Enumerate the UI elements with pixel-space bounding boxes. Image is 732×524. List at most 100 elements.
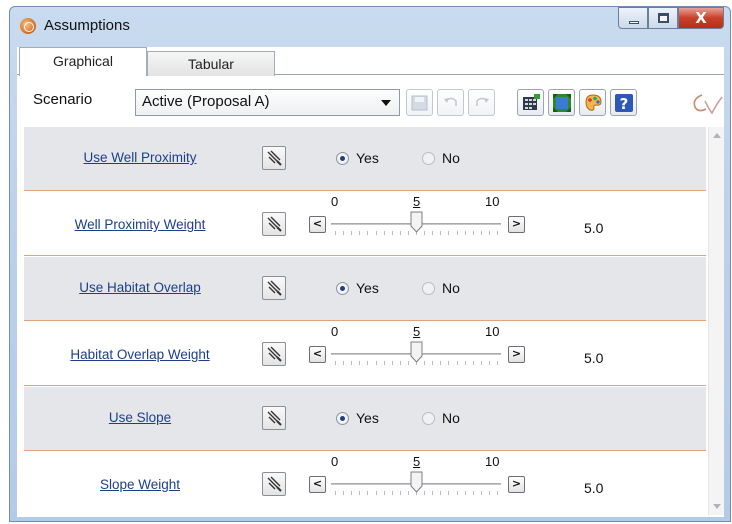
slider-thumb[interactable] <box>410 341 423 363</box>
slider-tick <box>383 231 385 235</box>
radio-yes-dot <box>336 152 349 165</box>
window-controls: X <box>618 7 724 29</box>
maximize-button[interactable] <box>648 7 678 29</box>
slider-tick <box>351 231 353 235</box>
slider-tick <box>407 231 409 235</box>
row-use-well-proximity: Use Well Proximity Yes No <box>24 127 706 191</box>
pin-button[interactable] <box>262 472 286 496</box>
scroll-up-icon[interactable] <box>713 133 721 138</box>
slider-tick <box>472 491 474 495</box>
slider-tick <box>456 361 458 365</box>
slider-tick <box>359 361 361 365</box>
assumptions-window: Assumptions X Graphical Tabular Scenario… <box>9 6 731 522</box>
pin-button[interactable] <box>262 212 286 236</box>
maximize-icon <box>658 13 669 23</box>
slider-tick <box>407 491 409 495</box>
well-proximity-weight-link[interactable]: Well Proximity Weight <box>24 217 256 232</box>
slider-thumb[interactable] <box>410 471 423 493</box>
slider-tick <box>399 231 401 235</box>
radio-no-dot <box>422 282 435 295</box>
scenario-value: Active (Proposal A) <box>142 93 270 110</box>
svg-text:?: ? <box>620 95 629 113</box>
habitat-overlap-weight-link[interactable]: Habitat Overlap Weight <box>24 347 256 362</box>
decrement-button[interactable]: < <box>309 476 326 493</box>
save-button[interactable] <box>406 89 433 116</box>
slider-tick <box>488 361 490 365</box>
slider-tick <box>375 491 377 495</box>
slider-mid-label: 5 <box>413 324 421 339</box>
slider-tick <box>488 491 490 495</box>
slider-min-label: 0 <box>331 194 339 209</box>
slider-tick <box>464 231 466 235</box>
fit-icon <box>553 94 571 112</box>
pin-button[interactable] <box>262 406 286 430</box>
tab-strip: Graphical Tabular <box>17 47 724 76</box>
increment-button[interactable]: > <box>508 216 525 233</box>
weight-slider[interactable]: < 0 5 10 > <box>309 452 529 504</box>
use-habitat-overlap-link[interactable]: Use Habitat Overlap <box>24 280 256 295</box>
slider-tick <box>351 491 353 495</box>
slope-weight-link[interactable]: Slope Weight <box>24 477 256 492</box>
chevron-down-icon <box>381 100 391 106</box>
slider-tick <box>464 361 466 365</box>
scenario-dropdown[interactable]: Active (Proposal A) <box>135 89 400 116</box>
slider-tick <box>497 361 498 365</box>
pin-icon <box>267 150 282 166</box>
slider-mid-label: 5 <box>413 454 421 469</box>
slider-tick <box>480 491 482 495</box>
tab-graphical[interactable]: Graphical <box>19 47 147 76</box>
minimize-button[interactable] <box>618 7 648 29</box>
slider-max-label: 10 <box>485 194 500 209</box>
minimize-icon <box>629 21 639 24</box>
window-title: Assumptions <box>44 17 130 34</box>
use-slope-link[interactable]: Use Slope <box>24 410 256 425</box>
redo-button[interactable] <box>468 89 495 116</box>
weight-slider[interactable]: < 0 5 10 > <box>309 192 529 244</box>
slider-max-label: 10 <box>485 324 500 339</box>
redo-icon <box>476 97 489 106</box>
tab-tabular[interactable]: Tabular <box>147 51 275 76</box>
undo-button[interactable] <box>437 89 464 116</box>
table-view-button[interactable] <box>517 89 544 116</box>
close-button[interactable]: X <box>678 7 724 29</box>
title-bar[interactable]: Assumptions X <box>10 7 730 41</box>
help-button[interactable]: ? <box>610 89 637 116</box>
pin-button[interactable] <box>262 276 286 300</box>
slider-tick <box>383 491 385 495</box>
slider-tick <box>448 361 450 365</box>
slider-tick <box>440 231 442 235</box>
pin-icon <box>267 280 282 296</box>
weight-slider[interactable]: < 0 5 10 > <box>309 322 529 374</box>
slider-tick <box>375 361 377 365</box>
row-well-proximity-weight: Well Proximity Weight < 0 5 10 > 5.0 <box>24 192 706 256</box>
toolbar: Scenario Active (Proposal A) ? <box>17 77 724 127</box>
palette-button[interactable] <box>579 89 606 116</box>
radio-no-label: No <box>442 150 460 166</box>
fit-extent-button[interactable] <box>548 89 575 116</box>
pin-button[interactable] <box>262 342 286 366</box>
decrement-button[interactable]: < <box>309 216 326 233</box>
slider-tick <box>367 491 369 495</box>
slider-value: 5.0 <box>584 350 604 366</box>
slider-tick <box>359 491 361 495</box>
slider-mid-label: 5 <box>413 194 421 209</box>
save-icon <box>411 95 428 111</box>
slider-tick <box>448 491 450 495</box>
slider-tick <box>351 361 353 365</box>
scroll-down-icon[interactable] <box>713 504 721 509</box>
pin-button[interactable] <box>262 146 286 170</box>
slider-thumb[interactable] <box>410 211 423 233</box>
decrement-button[interactable]: < <box>309 346 326 363</box>
slider-tick <box>343 491 345 495</box>
increment-button[interactable]: > <box>508 346 525 363</box>
slider-tick <box>456 491 458 495</box>
radio-yes-dot <box>336 282 349 295</box>
undo-icon <box>444 97 457 106</box>
radio-no-label: No <box>442 410 460 426</box>
brand-logo-icon <box>693 94 723 115</box>
increment-button[interactable]: > <box>508 476 525 493</box>
radio-yes-label: Yes <box>356 150 379 166</box>
slider-tick <box>391 361 393 365</box>
vertical-scrollbar[interactable] <box>708 127 724 515</box>
use-well-proximity-link[interactable]: Use Well Proximity <box>24 150 256 165</box>
